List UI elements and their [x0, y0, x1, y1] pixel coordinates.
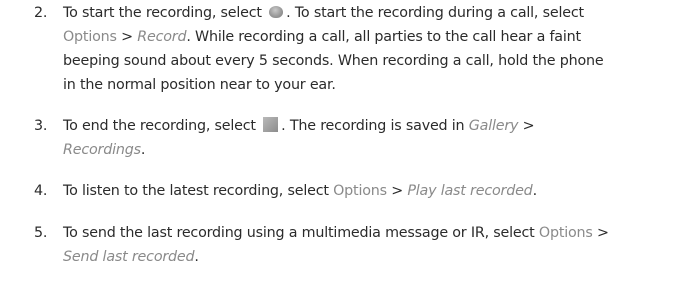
step-text: .: [194, 249, 199, 265]
menu-separator: >: [116, 29, 138, 45]
menu-separator: >: [592, 225, 609, 241]
step-text: . While recording a call, all parties to…: [186, 29, 581, 45]
gallery-label: Gallery: [468, 118, 519, 134]
step-text: To listen to the latest recording, selec…: [63, 183, 334, 199]
text-line: in the normal position near to your ear.: [63, 77, 336, 93]
step-text: To start the recording, select: [63, 5, 267, 21]
menu-separator: >: [386, 183, 408, 199]
list-item-step-5: 5. To send the last recording using a mu…: [34, 221, 667, 269]
step-text: To end the recording, select: [63, 118, 261, 134]
send-last-recorded-label: Send last recorded: [63, 249, 195, 265]
step-text: .: [532, 183, 538, 199]
text-line: Options > Record. While recording a call…: [63, 25, 667, 49]
menu-options-label: Options: [63, 29, 117, 45]
text-line: To start the recording, select . To star…: [63, 1, 667, 25]
step-number: 3.: [34, 118, 48, 134]
step-text: .: [140, 142, 146, 158]
step-text: . To start the recording during a call, …: [286, 5, 584, 21]
menu-separator: >: [518, 118, 535, 134]
step-text: To send the last recording using a multi…: [63, 225, 539, 241]
instruction-list: 2. To start the recording, select . To s…: [0, 0, 675, 287]
text-line: To listen to the latest recording, selec…: [63, 179, 667, 203]
menu-options-label: Options: [333, 183, 387, 199]
text-line: Recordings.: [63, 138, 667, 162]
text-line: Send last recorded.: [63, 245, 667, 269]
step-number: 2.: [34, 5, 48, 21]
step-text: . The recording is saved in: [281, 118, 469, 134]
text-line: beeping sound about every 5 seconds. Whe…: [63, 53, 604, 69]
recordings-label: Recordings: [63, 142, 141, 158]
text-line: To send the last recording using a multi…: [63, 221, 667, 245]
step-number: 5.: [34, 225, 48, 241]
record-icon: [269, 6, 284, 18]
text-line: To end the recording, select . The recor…: [63, 114, 667, 138]
menu-record-label: Record: [137, 29, 187, 45]
step-number: 4.: [34, 183, 48, 199]
list-item-step-3: 3. To end the recording, select . The re…: [34, 114, 667, 162]
list-item-step-4: 4. To listen to the latest recording, se…: [34, 179, 667, 203]
menu-options-label: Options: [538, 225, 593, 241]
list-item-step-2: 2. To start the recording, select . To s…: [34, 1, 667, 97]
play-last-recorded-label: Play last recorded: [407, 183, 533, 199]
stop-icon: [263, 117, 279, 132]
